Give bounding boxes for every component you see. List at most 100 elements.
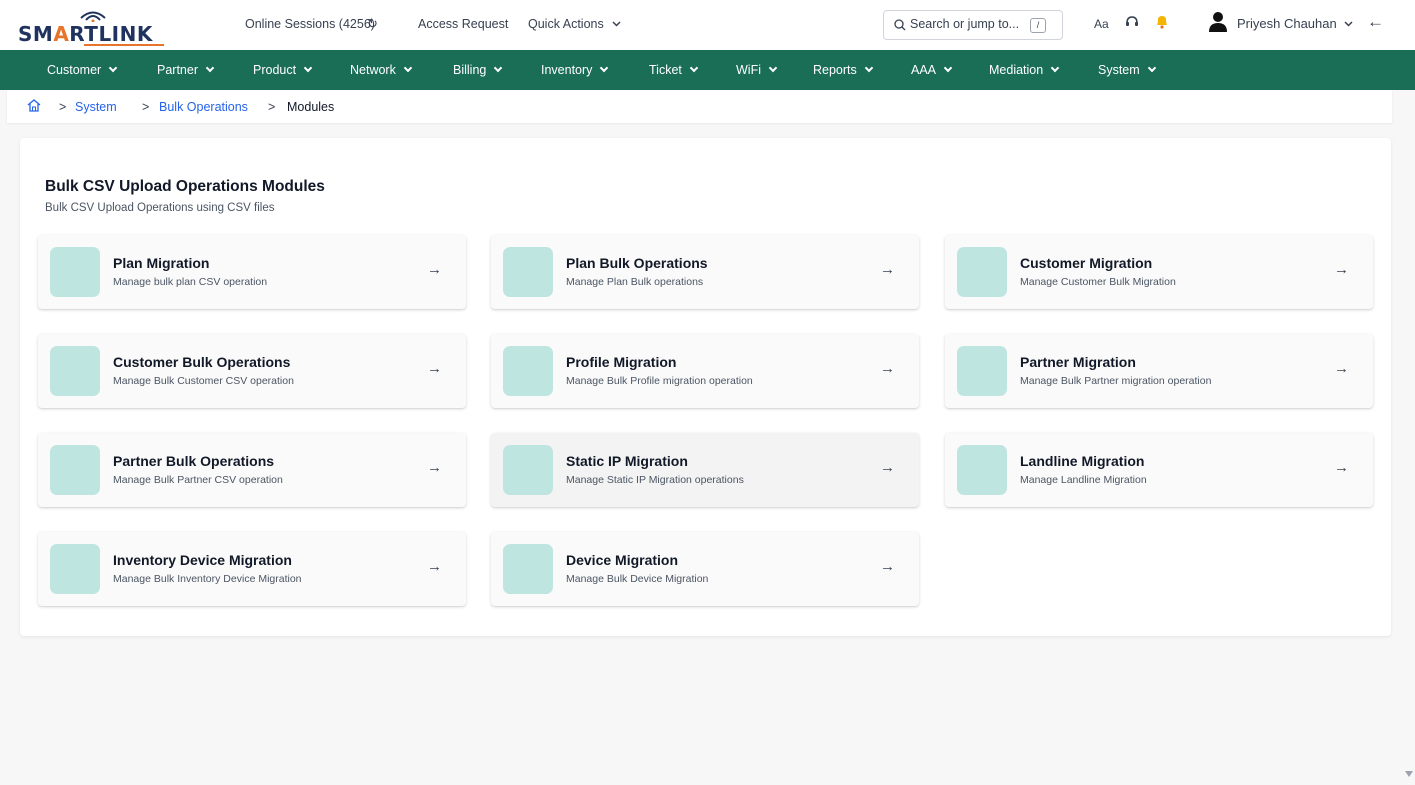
module-icon [50, 247, 100, 297]
module-plan-bulk-operations[interactable]: Plan Bulk Operations Manage Plan Bulk op… [491, 235, 919, 309]
breadcrumb: > System > Bulk Operations > Modules [7, 90, 1392, 123]
module-icon [957, 247, 1007, 297]
breadcrumb-bulk-operations[interactable]: Bulk Operations [159, 100, 248, 114]
breadcrumb-separator: > [268, 100, 276, 114]
module-icon [503, 346, 553, 396]
chevron-down-icon[interactable] [1344, 21, 1353, 27]
arrow-right-icon[interactable]: → [880, 459, 895, 476]
nav-wifi[interactable]: WiFi [736, 63, 778, 77]
main-navigation: Customer Partner Product Network Billing… [0, 50, 1415, 90]
module-icon [957, 346, 1007, 396]
chevron-down-icon [612, 21, 621, 27]
module-plan-migration[interactable]: Plan Migration Manage bulk plan CSV oper… [38, 235, 466, 309]
module-profile-migration[interactable]: Profile Migration Manage Bulk Profile mi… [491, 334, 919, 408]
nav-ticket[interactable]: Ticket [649, 63, 699, 77]
page-subtitle: Bulk CSV Upload Operations using CSV fil… [45, 202, 275, 214]
nav-reports[interactable]: Reports [813, 63, 874, 77]
module-description: Manage Plan Bulk operations [566, 276, 704, 288]
module-icon [957, 445, 1007, 495]
breadcrumb-separator: > [142, 100, 150, 114]
page-title: Bulk CSV Upload Operations Modules [45, 178, 325, 195]
module-title: Customer Bulk Operations [113, 354, 291, 370]
smartlink-logo[interactable]: SMARTLINK [18, 10, 188, 46]
module-description: Manage Bulk Customer CSV operation [113, 375, 294, 387]
module-description: Manage Bulk Partner migration operation [1020, 375, 1212, 387]
arrow-right-icon[interactable]: → [427, 360, 442, 377]
chevron-down-icon [403, 63, 413, 73]
module-static-ip-migration[interactable]: Static IP Migration Manage Static IP Mig… [491, 433, 919, 507]
module-title: Device Migration [566, 552, 679, 568]
chevron-down-icon [1050, 63, 1060, 73]
user-name[interactable]: Priyesh Chauhan [1237, 16, 1337, 31]
module-customer-migration[interactable]: Customer Migration Manage Customer Bulk … [945, 235, 1373, 309]
module-inventory-device-migration[interactable]: Inventory Device Migration Manage Bulk I… [38, 532, 466, 606]
notification-icon[interactable] [1155, 14, 1169, 30]
chevron-down-icon [768, 63, 778, 73]
chevron-down-icon [943, 63, 953, 73]
module-partner-migration[interactable]: Partner Migration Manage Bulk Partner mi… [945, 334, 1373, 408]
module-icon [503, 445, 553, 495]
shortcut-key: / [1030, 18, 1046, 33]
module-title: Static IP Migration [566, 453, 688, 469]
module-description: Manage Bulk Profile migration operation [566, 375, 753, 387]
search-box[interactable]: / [883, 10, 1063, 40]
arrow-right-icon[interactable]: → [427, 558, 442, 575]
breadcrumb-system[interactable]: System [75, 100, 117, 114]
module-description: Manage bulk plan CSV operation [113, 276, 268, 288]
module-icon [50, 544, 100, 594]
module-icon [503, 247, 553, 297]
module-icon [50, 445, 100, 495]
nav-product[interactable]: Product [253, 63, 313, 77]
search-input[interactable] [910, 17, 1020, 31]
arrow-right-icon[interactable]: → [1334, 261, 1349, 278]
module-title: Landline Migration [1020, 453, 1145, 469]
access-request-link[interactable]: Access Request [418, 17, 508, 31]
module-title: Partner Bulk Operations [113, 453, 275, 469]
module-description: Manage Bulk Inventory Device Migration [113, 573, 302, 585]
module-description: Manage Static IP Migration operations [566, 474, 744, 486]
top-header: SMARTLINK Online Sessions (4256) ↻ Acces… [0, 0, 1415, 50]
back-arrow-icon[interactable]: ← [1367, 12, 1384, 32]
chevron-down-icon [689, 63, 699, 73]
module-title: Profile Migration [566, 354, 677, 370]
arrow-right-icon[interactable]: → [880, 558, 895, 575]
logo-text: SMARTLINK [18, 22, 153, 46]
nav-partner[interactable]: Partner [157, 63, 215, 77]
user-avatar-icon[interactable] [1208, 11, 1228, 33]
module-description: Manage Customer Bulk Migration [1020, 276, 1176, 288]
breadcrumb-separator: > [59, 100, 67, 114]
chevron-down-icon [205, 63, 215, 73]
breadcrumb-current: Modules [287, 100, 335, 114]
module-description: Manage Bulk Partner CSV operation [113, 474, 283, 486]
nav-system[interactable]: System [1098, 63, 1156, 77]
arrow-right-icon[interactable]: → [1334, 360, 1349, 377]
nav-aaa[interactable]: AAA [911, 63, 953, 77]
home-icon[interactable] [27, 99, 41, 112]
arrow-right-icon[interactable]: → [427, 261, 442, 278]
nav-customer[interactable]: Customer [47, 63, 118, 77]
chevron-down-icon [108, 63, 118, 73]
support-icon[interactable] [1124, 14, 1140, 30]
nav-mediation[interactable]: Mediation [989, 63, 1060, 77]
chevron-down-icon [864, 63, 874, 73]
refresh-icon[interactable]: ↻ [367, 16, 378, 32]
module-title: Partner Migration [1020, 354, 1136, 370]
arrow-right-icon[interactable]: → [880, 261, 895, 278]
nav-billing[interactable]: Billing [453, 63, 503, 77]
arrow-right-icon[interactable]: → [427, 459, 442, 476]
font-size-toggle[interactable]: Aa [1094, 17, 1109, 31]
module-customer-bulk-operations[interactable]: Customer Bulk Operations Manage Bulk Cus… [38, 334, 466, 408]
wifi-logo-icon [80, 11, 106, 22]
module-partner-bulk-operations[interactable]: Partner Bulk Operations Manage Bulk Part… [38, 433, 466, 507]
scroll-down-icon[interactable] [1405, 771, 1413, 777]
nav-network[interactable]: Network [350, 63, 413, 77]
arrow-right-icon[interactable]: → [880, 360, 895, 377]
module-landline-migration[interactable]: Landline Migration Manage Landline Migra… [945, 433, 1373, 507]
online-sessions-link[interactable]: Online Sessions (4256) [245, 17, 375, 31]
nav-inventory[interactable]: Inventory [541, 63, 609, 77]
module-title: Customer Migration [1020, 255, 1153, 271]
module-device-migration[interactable]: Device Migration Manage Bulk Device Migr… [491, 532, 919, 606]
module-title: Plan Bulk Operations [566, 255, 708, 271]
arrow-right-icon[interactable]: → [1334, 459, 1349, 476]
quick-actions-menu[interactable]: Quick Actions [528, 17, 604, 31]
